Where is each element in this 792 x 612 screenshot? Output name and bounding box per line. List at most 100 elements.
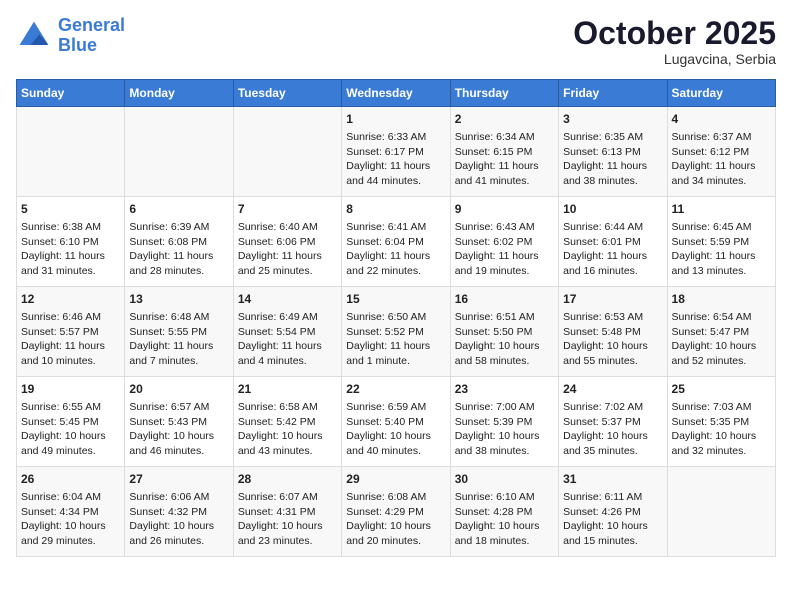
calendar-cell: 10 Sunrise: 6:44 AM Sunset: 6:01 PM Dayli…: [559, 197, 667, 287]
calendar-cell: 22 Sunrise: 6:59 AM Sunset: 5:40 PM Dayli…: [342, 377, 450, 467]
day-info: Sunrise: 6:53 AM Sunset: 5:48 PM Dayligh…: [563, 310, 662, 369]
calendar-cell: [233, 107, 341, 197]
day-number: 29: [346, 471, 445, 488]
day-info: Sunrise: 6:46 AM Sunset: 5:57 PM Dayligh…: [21, 310, 120, 369]
calendar-cell: 26Sunrise: 6:04 AM Sunset: 4:34 PM Dayli…: [17, 467, 125, 557]
calendar-cell: 25 Sunrise: 7:03 AM Sunset: 5:35 PM Dayli…: [667, 377, 775, 467]
calendar-cell: 1 Sunrise: 6:33 AM Sunset: 6:17 PM Daylig…: [342, 107, 450, 197]
location: Lugavcina, Serbia: [573, 51, 776, 67]
header-thursday: Thursday: [450, 80, 558, 107]
day-number: 5: [21, 201, 120, 218]
calendar-cell: 14Sunrise: 6:49 AM Sunset: 5:54 PM Dayli…: [233, 287, 341, 377]
calendar-cell: 21Sunrise: 6:58 AM Sunset: 5:42 PM Dayli…: [233, 377, 341, 467]
logo-text: General Blue: [58, 16, 125, 56]
day-info: Sunrise: 6:33 AM Sunset: 6:17 PM Dayligh…: [346, 130, 445, 189]
day-number: 22: [346, 381, 445, 398]
day-info: Sunrise: 7:00 AM Sunset: 5:39 PM Dayligh…: [455, 400, 554, 459]
day-number: 20: [129, 381, 228, 398]
calendar-cell: 30 Sunrise: 6:10 AM Sunset: 4:28 PM Dayli…: [450, 467, 558, 557]
calendar-cell: 9Sunrise: 6:43 AM Sunset: 6:02 PM Daylig…: [450, 197, 558, 287]
day-number: 16: [455, 291, 554, 308]
logo-line2: Blue: [58, 35, 97, 55]
day-number: 26: [21, 471, 120, 488]
calendar-cell: 12 Sunrise: 6:46 AM Sunset: 5:57 PM Dayli…: [17, 287, 125, 377]
logo-line1: General: [58, 15, 125, 35]
day-info: Sunrise: 6:59 AM Sunset: 5:40 PM Dayligh…: [346, 400, 445, 459]
calendar-cell: 3 Sunrise: 6:35 AM Sunset: 6:13 PM Daylig…: [559, 107, 667, 197]
calendar-cell: 20 Sunrise: 6:57 AM Sunset: 5:43 PM Dayli…: [125, 377, 233, 467]
day-number: 14: [238, 291, 337, 308]
day-info: Sunrise: 6:55 AM Sunset: 5:45 PM Dayligh…: [21, 400, 120, 459]
calendar-cell: 31Sunrise: 6:11 AM Sunset: 4:26 PM Dayli…: [559, 467, 667, 557]
day-info: Sunrise: 6:06 AM Sunset: 4:32 PM Dayligh…: [129, 490, 228, 549]
day-number: 24: [563, 381, 662, 398]
day-info: Sunrise: 6:10 AM Sunset: 4:28 PM Dayligh…: [455, 490, 554, 549]
day-info: Sunrise: 7:03 AM Sunset: 5:35 PM Dayligh…: [672, 400, 771, 459]
day-info: Sunrise: 6:57 AM Sunset: 5:43 PM Dayligh…: [129, 400, 228, 459]
header-saturday: Saturday: [667, 80, 775, 107]
day-number: 18: [672, 291, 771, 308]
header-sunday: Sunday: [17, 80, 125, 107]
calendar-cell: 23 Sunrise: 7:00 AM Sunset: 5:39 PM Dayli…: [450, 377, 558, 467]
day-number: 2: [455, 111, 554, 128]
month-title: October 2025: [573, 16, 776, 51]
header-tuesday: Tuesday: [233, 80, 341, 107]
calendar-cell: [667, 467, 775, 557]
day-info: Sunrise: 6:37 AM Sunset: 6:12 PM Dayligh…: [672, 130, 771, 189]
calendar-cell: 6Sunrise: 6:39 AM Sunset: 6:08 PM Daylig…: [125, 197, 233, 287]
day-info: Sunrise: 7:02 AM Sunset: 5:37 PM Dayligh…: [563, 400, 662, 459]
calendar-cell: 27 Sunrise: 6:06 AM Sunset: 4:32 PM Dayli…: [125, 467, 233, 557]
day-number: 11: [672, 201, 771, 218]
calendar-cell: [17, 107, 125, 197]
calendar-cell: 4 Sunrise: 6:37 AM Sunset: 6:12 PM Daylig…: [667, 107, 775, 197]
calendar-cell: 17 Sunrise: 6:53 AM Sunset: 5:48 PM Dayli…: [559, 287, 667, 377]
day-info: Sunrise: 6:44 AM Sunset: 6:01 PM Dayligh…: [563, 220, 662, 279]
calendar-cell: 11 Sunrise: 6:45 AM Sunset: 5:59 PM Dayli…: [667, 197, 775, 287]
title-block: October 2025 Lugavcina, Serbia: [573, 16, 776, 67]
day-info: Sunrise: 6:45 AM Sunset: 5:59 PM Dayligh…: [672, 220, 771, 279]
day-info: Sunrise: 6:54 AM Sunset: 5:47 PM Dayligh…: [672, 310, 771, 369]
calendar-cell: 18 Sunrise: 6:54 AM Sunset: 5:47 PM Dayli…: [667, 287, 775, 377]
calendar-week-row: 26Sunrise: 6:04 AM Sunset: 4:34 PM Dayli…: [17, 467, 776, 557]
day-number: 9: [455, 201, 554, 218]
header-monday: Monday: [125, 80, 233, 107]
calendar-week-row: 1 Sunrise: 6:33 AM Sunset: 6:17 PM Daylig…: [17, 107, 776, 197]
day-number: 27: [129, 471, 228, 488]
day-info: Sunrise: 6:41 AM Sunset: 6:04 PM Dayligh…: [346, 220, 445, 279]
day-number: 7: [238, 201, 337, 218]
logo-icon: [16, 18, 52, 54]
calendar-cell: 5 Sunrise: 6:38 AM Sunset: 6:10 PM Daylig…: [17, 197, 125, 287]
calendar-week-row: 12 Sunrise: 6:46 AM Sunset: 5:57 PM Dayli…: [17, 287, 776, 377]
day-number: 30: [455, 471, 554, 488]
day-info: Sunrise: 6:34 AM Sunset: 6:15 PM Dayligh…: [455, 130, 554, 189]
header-wednesday: Wednesday: [342, 80, 450, 107]
day-info: Sunrise: 6:07 AM Sunset: 4:31 PM Dayligh…: [238, 490, 337, 549]
calendar-cell: 28 Sunrise: 6:07 AM Sunset: 4:31 PM Dayli…: [233, 467, 341, 557]
calendar-week-row: 5 Sunrise: 6:38 AM Sunset: 6:10 PM Daylig…: [17, 197, 776, 287]
day-info: Sunrise: 6:35 AM Sunset: 6:13 PM Dayligh…: [563, 130, 662, 189]
day-info: Sunrise: 6:38 AM Sunset: 6:10 PM Dayligh…: [21, 220, 120, 279]
day-info: Sunrise: 6:50 AM Sunset: 5:52 PM Dayligh…: [346, 310, 445, 369]
day-info: Sunrise: 6:40 AM Sunset: 6:06 PM Dayligh…: [238, 220, 337, 279]
day-number: 31: [563, 471, 662, 488]
day-number: 1: [346, 111, 445, 128]
logo: General Blue: [16, 16, 125, 56]
day-number: 12: [21, 291, 120, 308]
day-number: 28: [238, 471, 337, 488]
calendar-cell: 8 Sunrise: 6:41 AM Sunset: 6:04 PM Daylig…: [342, 197, 450, 287]
day-number: 10: [563, 201, 662, 218]
day-info: Sunrise: 6:48 AM Sunset: 5:55 PM Dayligh…: [129, 310, 228, 369]
calendar-table: SundayMondayTuesdayWednesdayThursdayFrid…: [16, 79, 776, 557]
header-friday: Friday: [559, 80, 667, 107]
calendar-cell: 16Sunrise: 6:51 AM Sunset: 5:50 PM Dayli…: [450, 287, 558, 377]
day-number: 25: [672, 381, 771, 398]
day-number: 6: [129, 201, 228, 218]
calendar-cell: 29Sunrise: 6:08 AM Sunset: 4:29 PM Dayli…: [342, 467, 450, 557]
calendar-cell: 7 Sunrise: 6:40 AM Sunset: 6:06 PM Daylig…: [233, 197, 341, 287]
day-number: 4: [672, 111, 771, 128]
calendar-header-row: SundayMondayTuesdayWednesdayThursdayFrid…: [17, 80, 776, 107]
day-number: 8: [346, 201, 445, 218]
day-number: 17: [563, 291, 662, 308]
day-number: 3: [563, 111, 662, 128]
day-number: 23: [455, 381, 554, 398]
